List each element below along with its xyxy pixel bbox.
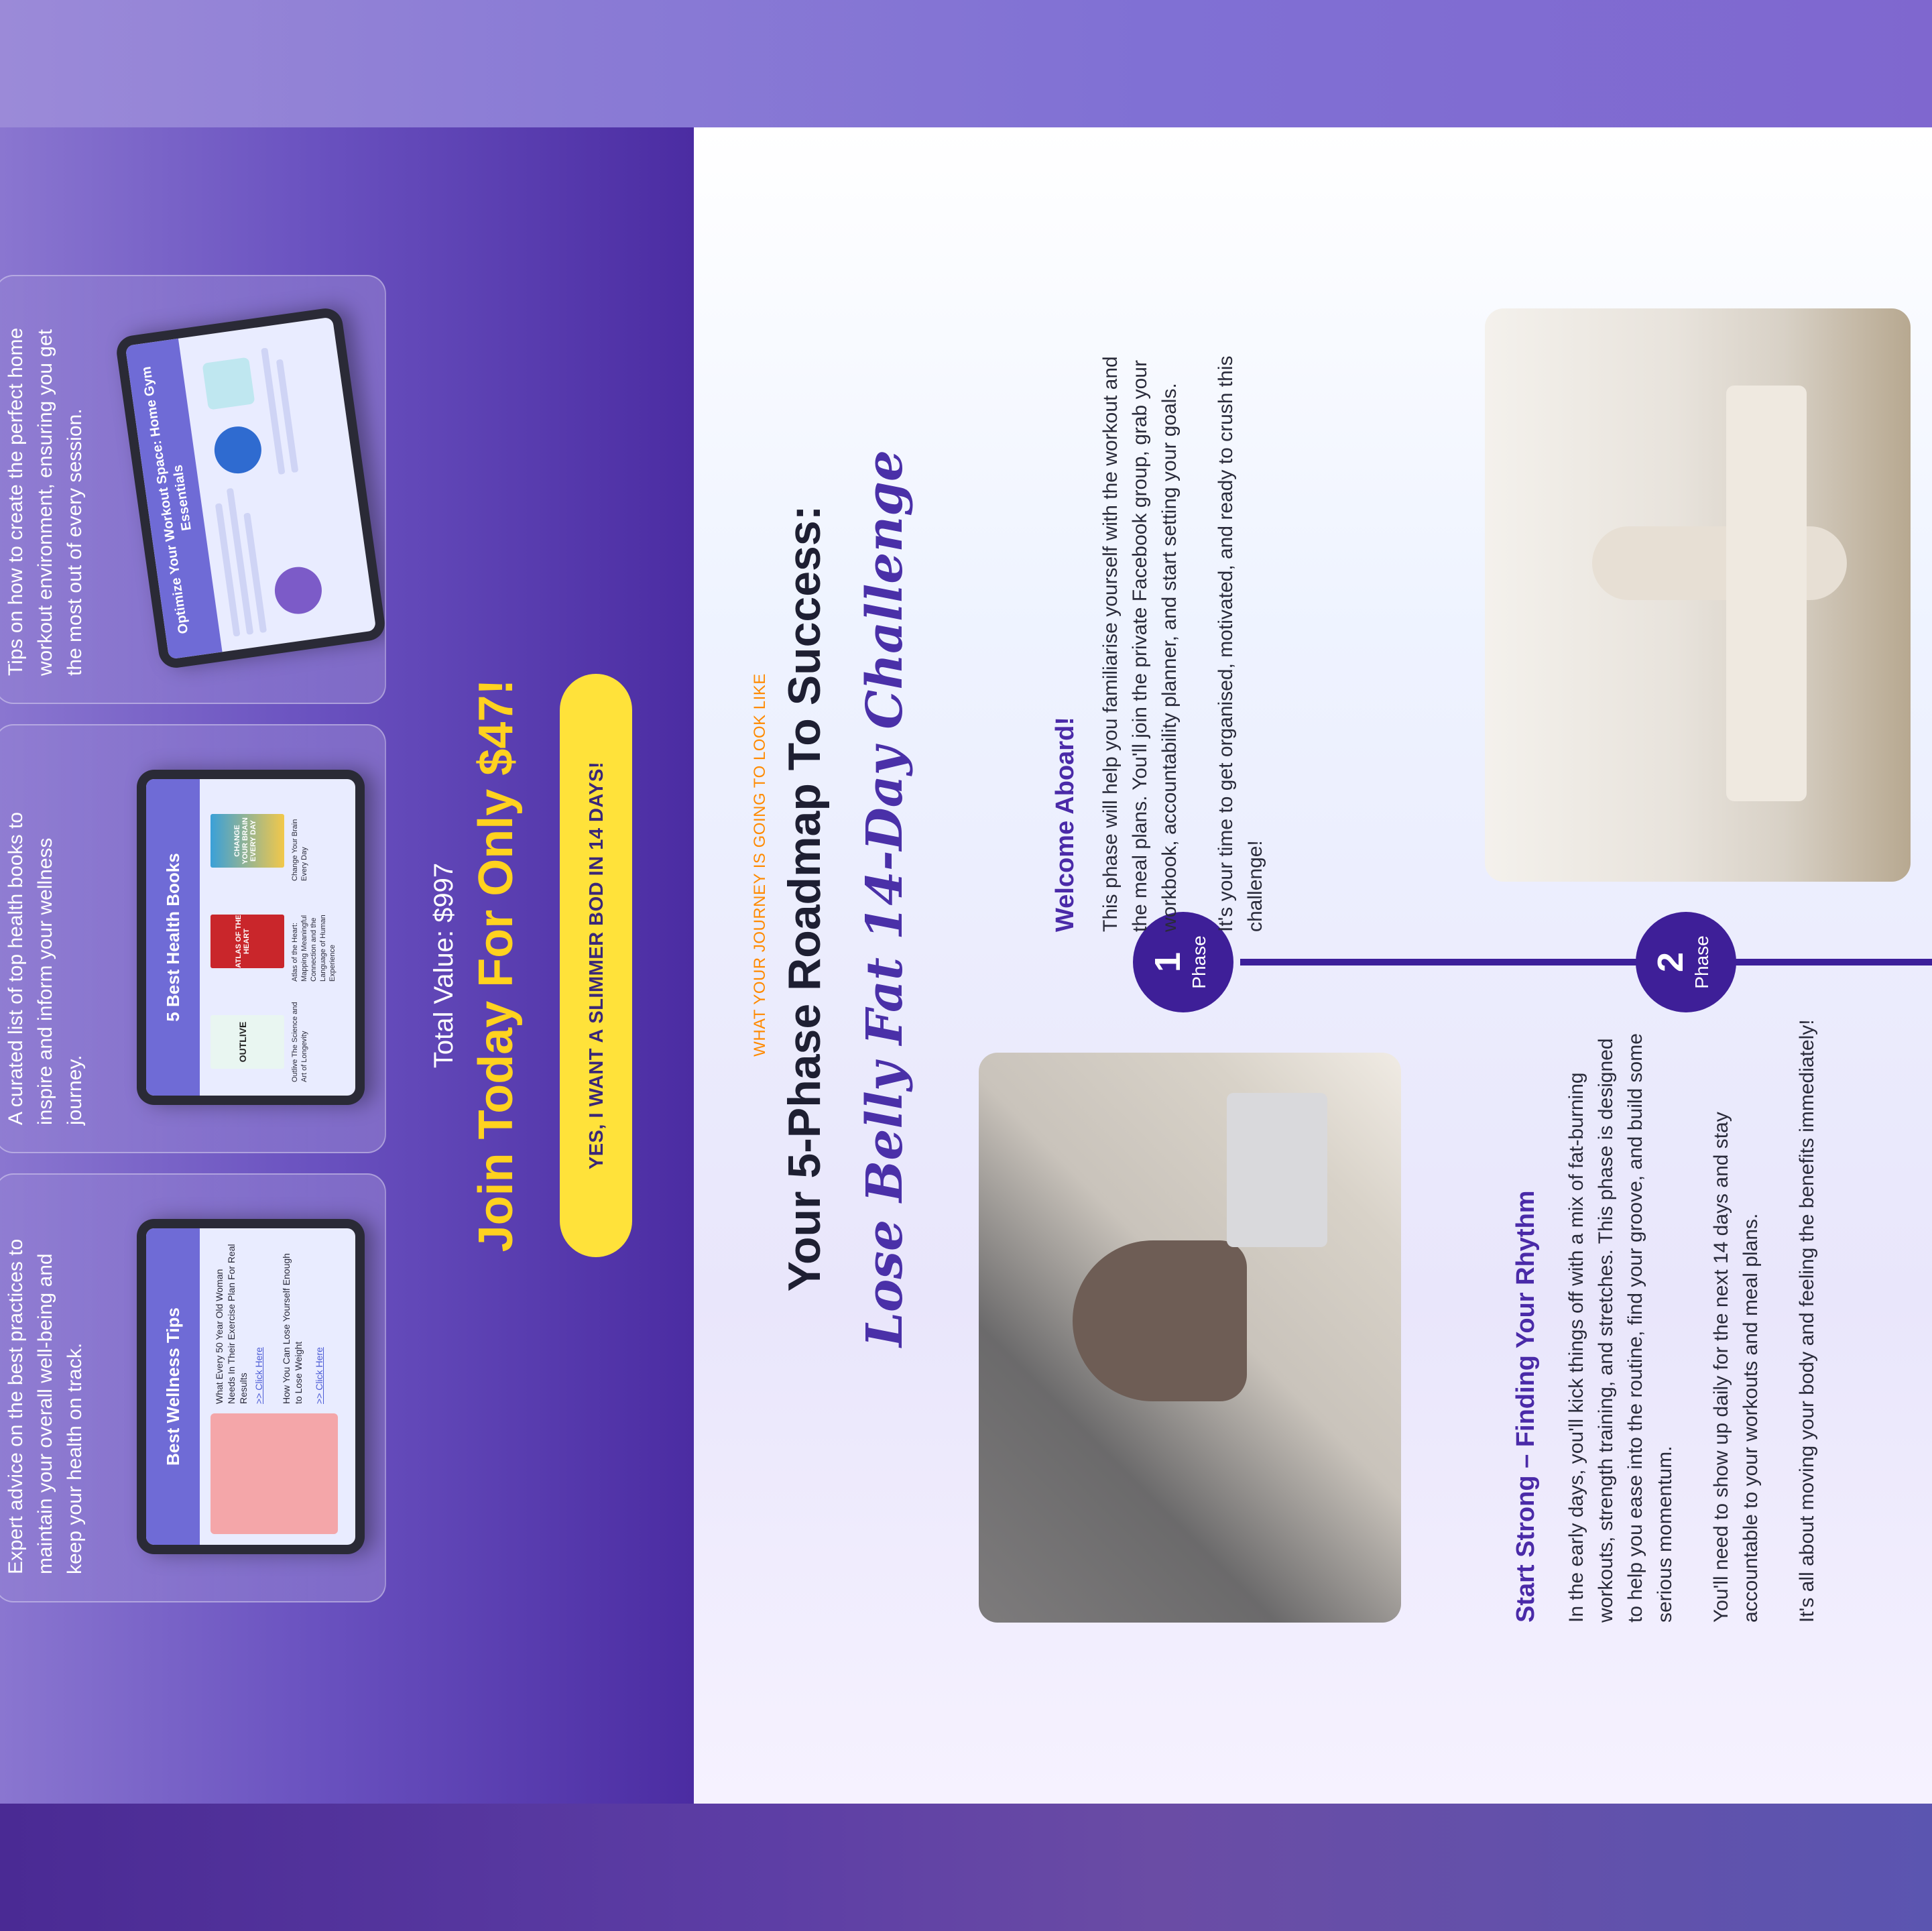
person-figure [1592, 526, 1847, 600]
phase-number: 2 [1650, 951, 1691, 973]
phase-description: This phase will help you familiarise you… [1096, 329, 1297, 933]
person-figure [1073, 1240, 1247, 1401]
page: Expert advice on the best practices to m… [0, 0, 1932, 1931]
phase-label: Phase [1691, 935, 1712, 989]
screen-title: Best Wellness Tips [146, 1228, 200, 1545]
total-value: Total Value: $997 [429, 862, 459, 1069]
book-cover: ATLAS OF THE HEART [210, 915, 284, 968]
join-cta-button[interactable]: YES, I WANT A SLIMMER BOD IN 14 DAYS! [560, 674, 632, 1257]
tablet-screen: Optimize Your Workout Space: Home Gym Es… [125, 316, 377, 660]
phase-title: Start Strong – Finding Your Rhythm [1512, 1190, 1540, 1623]
feature-card-workout-space: Tips on how to create the perfect home w… [0, 275, 386, 704]
roadmap-headline: Your 5-Phase Roadmap To Success: [779, 505, 830, 1292]
phase-paragraph: It's your time to get organised, motivat… [1215, 355, 1266, 933]
laptop [1227, 1093, 1327, 1247]
sofa [1726, 386, 1807, 801]
phase-paragraph: It's all about moving your body and feel… [1796, 1019, 1818, 1623]
tablet-mockup: Optimize Your Workout Space: Home Gym Es… [114, 306, 386, 670]
phase-title: Welcome Aboard! [1051, 717, 1079, 932]
phase-2-photo [1485, 308, 1911, 882]
tablet-mockup: 5 Best Health Books OUTLIVE ATLAS OF THE… [137, 770, 365, 1105]
feature-card-text: A curated list of top health books to in… [5, 812, 86, 1125]
book-cover: OUTLIVE [210, 1015, 284, 1069]
top-band [0, 0, 1932, 127]
phase-paragraph: In the early days, you'll kick things of… [1565, 1033, 1676, 1623]
book-caption: Outlive The Science and Art of Longevity [291, 1002, 308, 1082]
phase-1-photo [979, 1053, 1401, 1623]
timeline-line [1240, 959, 1932, 966]
roadmap-subheadline: Lose Belly Fat 14-Day Challenge [856, 449, 914, 1348]
bottom-band [0, 1804, 1932, 1931]
feature-card-wellness-tips: Expert advice on the best practices to m… [0, 1173, 386, 1602]
book-caption: Atlas of the Heart: Mapping Meaningful C… [291, 915, 337, 982]
product-image [211, 423, 265, 477]
phase-description: In the early days, you'll kick things of… [1562, 1019, 1849, 1623]
feature-card-text: Expert advice on the best practices to m… [5, 1238, 86, 1574]
tablet-screen: Best Wellness Tips What Every 50 Year Ol… [146, 1228, 355, 1545]
feature-card-health-books: A curated list of top health books to in… [0, 724, 386, 1153]
book-caption: Change Your Brain Every Day [291, 819, 308, 881]
article-image [210, 1413, 338, 1534]
bonus-section: Expert advice on the best practices to m… [0, 127, 694, 1804]
roadmap-eyebrow: WHAT YOUR JOURNEY IS GOING TO LOOK LIKE [751, 673, 769, 1057]
join-headline: Join Today For Only $47! [469, 679, 523, 1252]
tablet-mockup: Best Wellness Tips What Every 50 Year Ol… [137, 1219, 365, 1554]
phase-paragraph: You'll need to show up daily for the nex… [1710, 1112, 1762, 1623]
feature-card-text: Tips on how to create the perfect home w… [5, 327, 86, 676]
tablet-screen: 5 Best Health Books OUTLIVE ATLAS OF THE… [146, 779, 355, 1096]
article-title: How You Can Lose Yourself Enough to Lose… [281, 1253, 304, 1404]
product-image [202, 357, 255, 410]
phase-paragraph: This phase will help you familiarise you… [1099, 356, 1181, 932]
article-title: What Every 50 Year Old Woman Needs In Th… [214, 1244, 249, 1404]
click-here-link[interactable]: >> Click Here [314, 1347, 324, 1404]
phase-badge-2: 2 Phase [1636, 912, 1736, 1012]
click-here-link[interactable]: >> Click Here [253, 1347, 264, 1404]
rotated-content: Expert advice on the best practices to m… [0, 127, 1932, 1804]
product-image [271, 564, 325, 618]
screen-title: 5 Best Health Books [146, 779, 200, 1096]
book-cover: CHANGE YOUR BRAIN EVERY DAY [210, 814, 284, 868]
